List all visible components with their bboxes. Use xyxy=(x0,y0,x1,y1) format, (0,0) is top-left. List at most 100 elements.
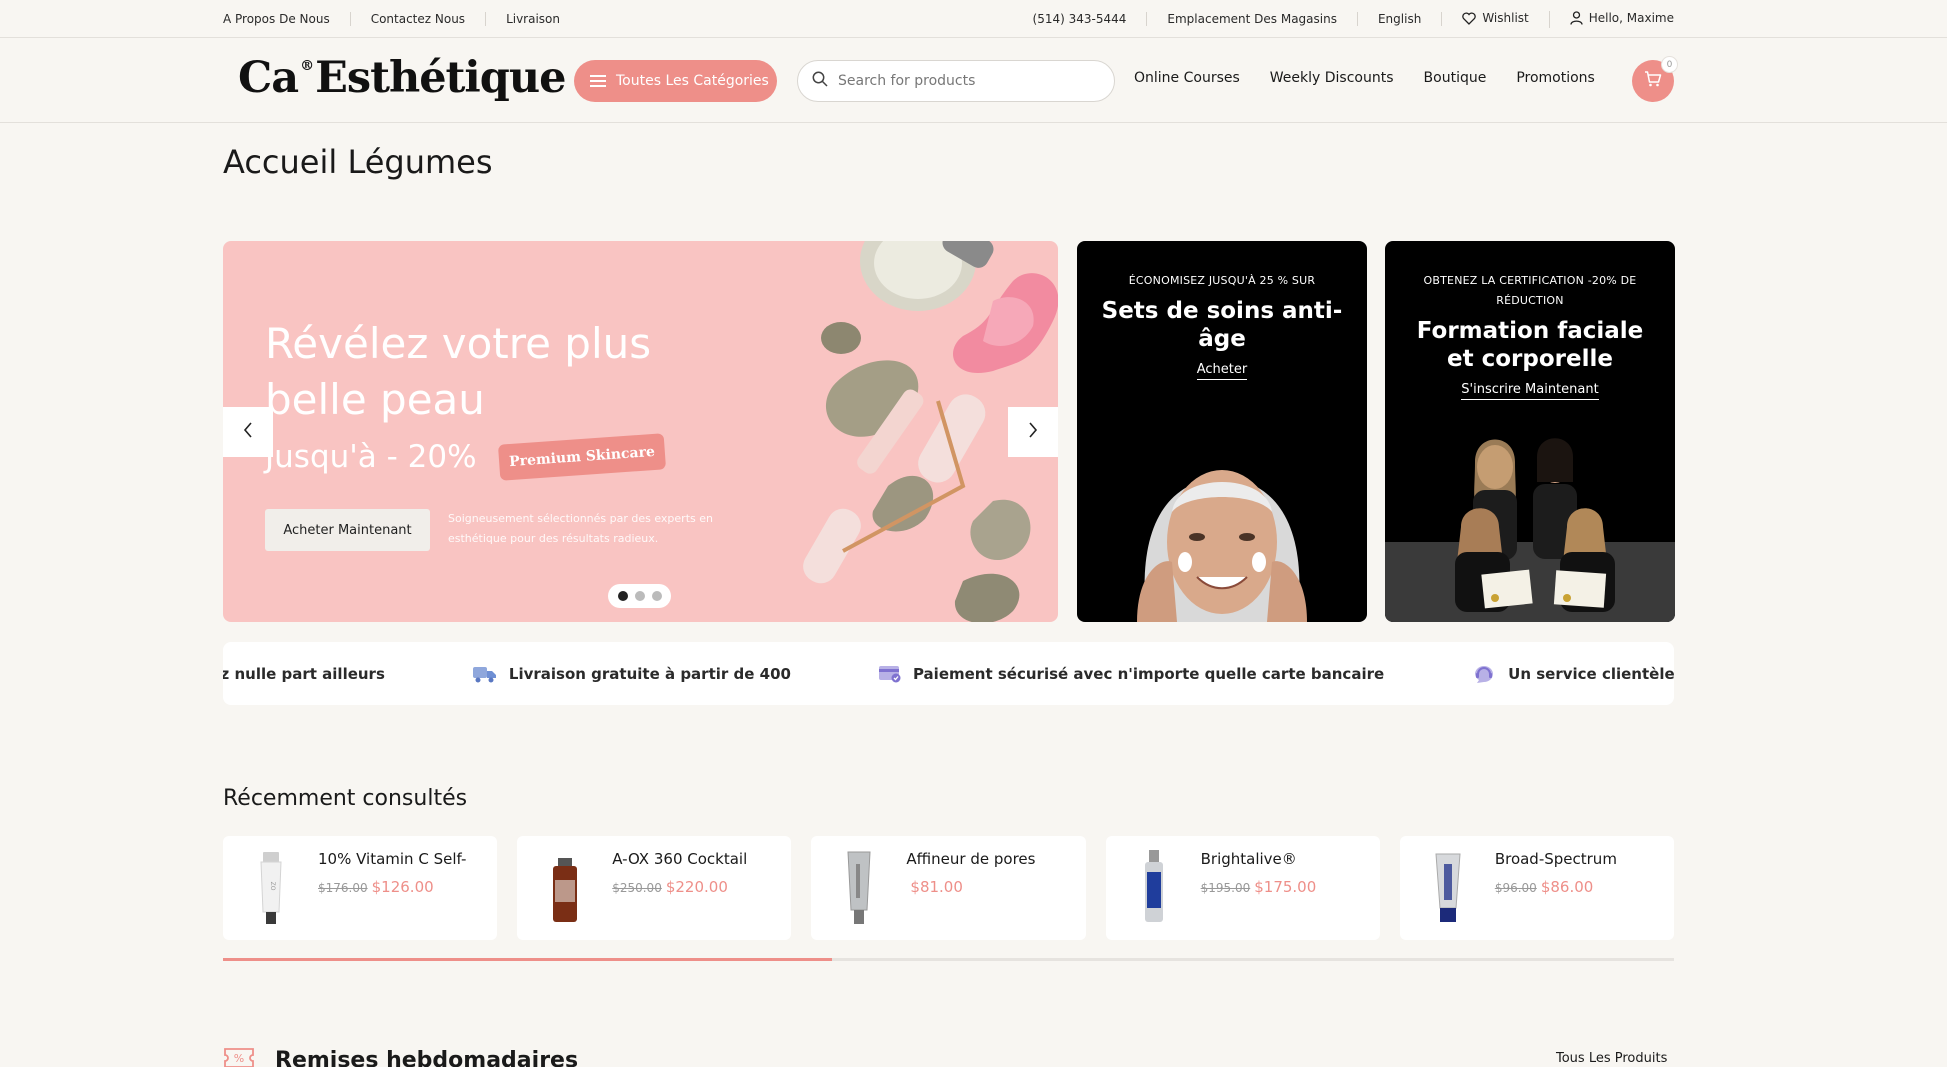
hero-slider: Révélez votre plus belle peau Jusqu'à - … xyxy=(223,241,1058,622)
heart-icon xyxy=(1462,11,1477,28)
slider-dot-3[interactable] xyxy=(651,591,662,601)
product-image-navy-tube xyxy=(1435,853,1461,922)
all-categories-button[interactable]: Toutes Les Catégories xyxy=(574,60,777,102)
cart-count-badge: 0 xyxy=(1661,56,1678,73)
svg-text:%: % xyxy=(234,1052,244,1065)
search-icon[interactable] xyxy=(812,71,828,91)
product-prices: $176.00 $126.00 xyxy=(318,877,434,896)
search-input[interactable] xyxy=(838,73,1078,89)
delivery-link[interactable]: Livraison xyxy=(486,12,580,26)
about-link[interactable]: A Propos De Nous xyxy=(223,12,351,26)
carousel-scrollbar[interactable] xyxy=(223,958,1674,961)
product-name: A-OX 360 Cocktail xyxy=(612,850,748,868)
truck-icon xyxy=(472,665,497,683)
contact-link[interactable]: Contactez Nous xyxy=(351,12,487,26)
user-icon xyxy=(1570,10,1583,28)
features-track: verez nulle part ailleurs Livraison grat… xyxy=(223,642,1674,705)
top-left-links: A Propos De Nous Contactez Nous Livraiso… xyxy=(223,0,580,38)
brand-logo[interactable]: Ca ®Esthétique xyxy=(238,53,566,103)
promo-card-anti-aging[interactable]: ÉCONOMISEZ JUSQU'À 25 % SUR Sets de soin… xyxy=(1077,241,1367,622)
promo-title: Formation faciale et corporelle xyxy=(1416,318,1644,372)
feature-text: Un service clientèle fiable 24 heures su… xyxy=(1508,664,1674,683)
menu-icon xyxy=(590,75,606,87)
all-products-link[interactable]: Tous Les Produits xyxy=(1556,1051,1667,1066)
promo-register-link[interactable]: S'inscrire Maintenant xyxy=(1461,381,1599,400)
nav-promotions[interactable]: Promotions xyxy=(1516,70,1595,86)
hero-discount: Jusqu'à - 20% xyxy=(265,439,477,475)
old-price: $96.00 xyxy=(1494,881,1537,895)
store-locator-link[interactable]: Emplacement Des Magasins xyxy=(1147,12,1358,26)
promo-title: Sets de soins anti-âge xyxy=(1101,298,1343,352)
feature-item: Livraison gratuite à partir de 400 xyxy=(472,664,791,683)
cart-button[interactable]: 0 xyxy=(1632,56,1678,102)
premium-skincare-tag: Premium Skincare xyxy=(497,433,667,481)
promo-card-training[interactable]: OBTENEZ LA CERTIFICATION -20% DE RÉDUCTI… xyxy=(1385,241,1675,622)
woman-portrait-image xyxy=(1137,470,1307,622)
sale-price: $81.00 xyxy=(910,878,963,896)
slider-pagination xyxy=(608,584,671,608)
sale-price: $175.00 xyxy=(1254,878,1317,896)
feature-text: Paiement sécurisé avec n'importe quelle … xyxy=(912,664,1385,683)
sale-price: $86.00 xyxy=(1540,878,1594,896)
product-card[interactable]: ZO 10% Vitamin C Self- $176.00 $126.00 xyxy=(223,836,498,940)
product-name: Affineur de pores xyxy=(906,850,1036,868)
nav-online-courses[interactable]: Online Courses xyxy=(1134,70,1240,86)
slider-prev-button[interactable] xyxy=(223,407,273,457)
promo-shop-link[interactable]: Acheter xyxy=(1196,361,1248,380)
feature-item: Un service clientèle fiable 24 heures su… xyxy=(1472,664,1674,684)
hero-title: Révélez votre plus belle peau xyxy=(265,319,652,424)
feature-text: Livraison gratuite à partir de 400 xyxy=(508,664,791,683)
carousel-scrollbar-thumb[interactable] xyxy=(223,958,833,961)
slider-dot-2[interactable] xyxy=(634,591,645,601)
product-image-silver-tube xyxy=(847,851,871,924)
promo-eyebrow: ÉCONOMISEZ JUSQU'À 25 % SUR xyxy=(1128,274,1316,287)
recently-viewed-carousel: ZO 10% Vitamin C Self- $176.00 $126.00 A-… xyxy=(223,836,1675,940)
product-image-tube-white: ZO xyxy=(260,852,282,924)
main-header: Ca®Esthétique Toutes Les Catégories Onli… xyxy=(0,39,1947,123)
language-switch[interactable]: English xyxy=(1358,12,1443,26)
shop-now-button[interactable]: Acheter Maintenant xyxy=(265,509,430,551)
chevron-left-icon xyxy=(243,422,253,442)
slider-next-button[interactable] xyxy=(1008,407,1058,457)
product-card[interactable]: A-OX 360 Cocktail $250.00 $220.00 xyxy=(517,836,792,940)
nav-boutique[interactable]: Boutique xyxy=(1424,70,1487,86)
features-ticker: verez nulle part ailleurs Livraison grat… xyxy=(223,642,1674,705)
hero-description: Soigneusement sélectionnés par des exper… xyxy=(448,512,713,545)
wishlist-link[interactable]: Wishlist xyxy=(1442,10,1550,28)
support-chat-icon xyxy=(1472,664,1496,684)
skincare-products-image xyxy=(803,241,1058,622)
sale-price: $126.00 xyxy=(371,878,434,896)
slider-dot-1[interactable] xyxy=(617,591,628,601)
nav-weekly-discounts[interactable]: Weekly Discounts xyxy=(1270,70,1394,86)
product-prices: $81.00 xyxy=(906,877,963,896)
product-image-amber-vial xyxy=(553,858,578,922)
product-card[interactable]: Brightalive® $195.00 $175.00 xyxy=(1105,836,1380,940)
promo-eyebrow: OBTENEZ LA CERTIFICATION -20% DE RÉDUCTI… xyxy=(1423,274,1637,307)
product-card[interactable]: Affineur de pores $81.00 xyxy=(811,836,1086,940)
account-label: Hello, Maxime xyxy=(1588,10,1674,25)
product-image-blue-bottle xyxy=(1144,850,1163,922)
svg-text:ZO: ZO xyxy=(269,882,276,891)
cart-icon xyxy=(1644,71,1662,91)
product-prices: $195.00 $175.00 xyxy=(1201,877,1317,896)
product-card[interactable]: Broad-Spectrum $96.00 $86.00 xyxy=(1399,836,1675,940)
product-prices: $96.00 $86.00 xyxy=(1495,877,1594,896)
graduates-group-image xyxy=(1385,438,1675,622)
phone-link[interactable]: (514) 343-5444 xyxy=(1013,12,1148,26)
old-price: $176.00 xyxy=(318,881,368,895)
top-utility-bar: A Propos De Nous Contactez Nous Livraiso… xyxy=(0,0,1947,38)
old-price: $250.00 xyxy=(612,881,662,895)
main-nav: Online Courses Weekly Discounts Boutique… xyxy=(1134,70,1625,86)
page-title: Accueil Légumes xyxy=(223,143,493,181)
top-right-links: (514) 343-5444 Emplacement Des Magasins … xyxy=(1013,0,1674,38)
account-link[interactable]: Hello, Maxime xyxy=(1550,11,1674,28)
chevron-right-icon xyxy=(1028,422,1038,442)
product-name: Broad-Spectrum xyxy=(1494,850,1617,868)
weekly-discounts-title: Remises hebdomadaires xyxy=(275,1047,579,1067)
search-box xyxy=(797,60,1115,102)
product-prices: $250.00 $220.00 xyxy=(612,877,728,896)
feature-item: verez nulle part ailleurs xyxy=(223,665,385,683)
credit-card-icon xyxy=(878,665,901,683)
feature-item: Paiement sécurisé avec n'importe quelle … xyxy=(878,664,1385,683)
wishlist-label: Wishlist xyxy=(1482,10,1529,25)
